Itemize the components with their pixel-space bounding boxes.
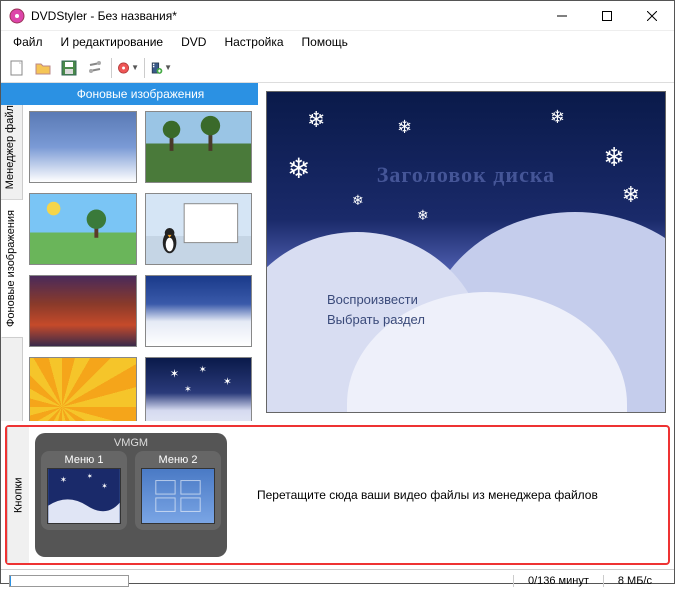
menu-card-2[interactable]: Меню 2 bbox=[135, 451, 221, 530]
burn-button[interactable]: ▼ bbox=[116, 56, 140, 80]
statusbar: 0/136 минут 8 МБ/с bbox=[1, 569, 674, 591]
chevron-down-icon: ▼ bbox=[164, 63, 172, 72]
toolbar-separator bbox=[111, 58, 112, 78]
status-bitrate: 8 МБ/с bbox=[603, 575, 666, 587]
size-progress-bar bbox=[9, 575, 129, 587]
new-button[interactable] bbox=[5, 56, 29, 80]
backgrounds-panel: Фоновые изображения ✶ ✶ ✶ ✶ bbox=[23, 83, 258, 421]
window-title: DVDStyler - Без названия* bbox=[31, 9, 539, 23]
menu-file[interactable]: Файл bbox=[5, 33, 51, 51]
svg-text:✶: ✶ bbox=[169, 367, 179, 380]
svg-text:✶: ✶ bbox=[60, 475, 67, 485]
app-icon bbox=[9, 8, 25, 24]
toolbar-separator bbox=[144, 58, 145, 78]
toolbar: ▼ ▼ bbox=[1, 53, 674, 83]
vmgm-label: VMGM bbox=[41, 437, 221, 451]
menu-help[interactable]: Помощь bbox=[294, 33, 356, 51]
menu-option-play[interactable]: Воспроизвести bbox=[327, 292, 418, 307]
add-file-button[interactable]: ▼ bbox=[149, 56, 173, 80]
side-tabs: Менеджер файлов Фоновые изображения bbox=[1, 83, 23, 421]
menu-settings[interactable]: Настройка bbox=[216, 33, 291, 51]
bg-thumb[interactable] bbox=[29, 357, 137, 421]
chevron-down-icon: ▼ bbox=[131, 63, 139, 72]
menu-card-1[interactable]: Меню 1 ✶ ✶ ✶ bbox=[41, 451, 127, 530]
svg-text:✶: ✶ bbox=[198, 365, 206, 376]
open-button[interactable] bbox=[31, 56, 55, 80]
settings-button[interactable] bbox=[83, 56, 107, 80]
main-area: Менеджер файлов Фоновые изображения Фоно… bbox=[1, 83, 674, 421]
close-button[interactable] bbox=[629, 1, 674, 31]
menu-edit[interactable]: И редактирование bbox=[53, 33, 172, 51]
bg-thumb[interactable] bbox=[145, 275, 253, 347]
bg-thumb[interactable] bbox=[29, 275, 137, 347]
bg-thumb[interactable] bbox=[145, 111, 253, 183]
disc-title[interactable]: Заголовок диска bbox=[267, 162, 665, 188]
titlebar: DVDStyler - Без названия* bbox=[1, 1, 674, 31]
save-button[interactable] bbox=[57, 56, 81, 80]
svg-text:✶: ✶ bbox=[223, 376, 232, 388]
backgrounds-header: Фоновые изображения bbox=[23, 83, 258, 105]
sidetab-backgrounds[interactable]: Фоновые изображения bbox=[1, 200, 23, 338]
vmgm-group: VMGM Меню 1 ✶ ✶ ✶ Меню 2 bbox=[35, 433, 227, 557]
bg-thumb[interactable] bbox=[145, 193, 253, 265]
bg-thumb[interactable] bbox=[29, 193, 137, 265]
timeline-strip: Кнопки VMGM Меню 1 ✶ ✶ ✶ Меню 2 Перетащите… bbox=[5, 425, 670, 565]
bg-thumb[interactable]: ✶ ✶ ✶ ✶ bbox=[145, 357, 253, 421]
minimize-button[interactable] bbox=[539, 1, 584, 31]
menu-card-label: Меню 1 bbox=[47, 454, 121, 468]
menu-card-label: Меню 2 bbox=[141, 454, 215, 468]
menu-thumb bbox=[141, 468, 215, 524]
bg-thumb[interactable] bbox=[29, 111, 137, 183]
preview-surface[interactable]: ❄ ❄ ❄ ❄ ❄ ❄ ❄ ❄ ❄ Заголовок диска Воспро… bbox=[266, 91, 666, 413]
svg-text:✶: ✶ bbox=[184, 384, 191, 394]
menubar: Файл И редактирование DVD Настройка Помо… bbox=[1, 31, 674, 53]
preview-pane: ❄ ❄ ❄ ❄ ❄ ❄ ❄ ❄ ❄ Заголовок диска Воспро… bbox=[258, 83, 674, 421]
maximize-button[interactable] bbox=[584, 1, 629, 31]
menu-thumb: ✶ ✶ ✶ bbox=[47, 468, 121, 524]
svg-text:✶: ✶ bbox=[101, 481, 107, 490]
status-duration: 0/136 минут bbox=[513, 575, 603, 587]
backgrounds-grid[interactable]: ✶ ✶ ✶ ✶ bbox=[23, 105, 258, 421]
drop-hint-text[interactable]: Перетащите сюда ваши видео файлы из мене… bbox=[227, 433, 662, 557]
svg-text:✶: ✶ bbox=[87, 473, 93, 481]
sidetab-buttons[interactable]: Кнопки bbox=[7, 427, 29, 563]
menu-option-select[interactable]: Выбрать раздел bbox=[327, 312, 425, 327]
menu-dvd[interactable]: DVD bbox=[173, 33, 214, 51]
